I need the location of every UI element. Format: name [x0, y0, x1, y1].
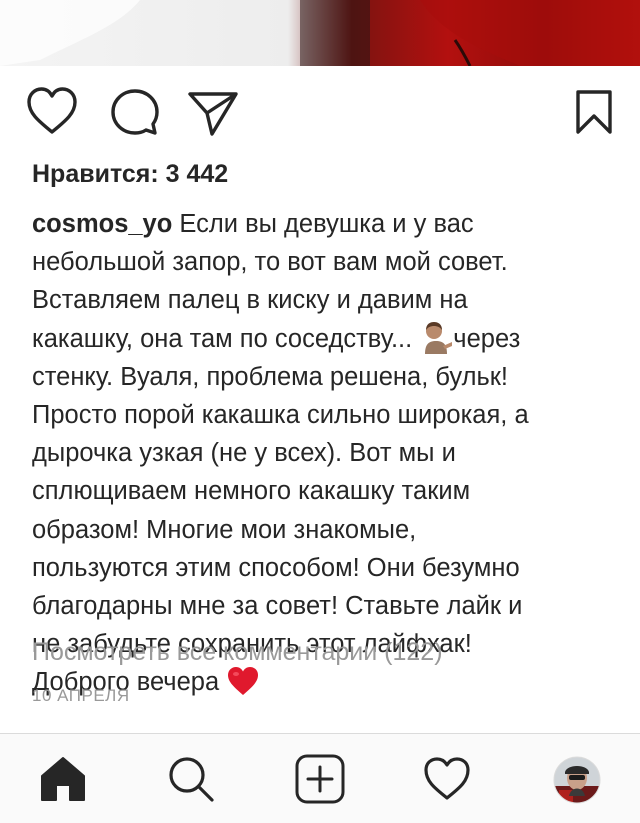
- profile-avatar: [553, 756, 601, 804]
- caption-line: небольшой запор, то вот вам мой совет.: [32, 248, 508, 277]
- post-photo-image: [0, 0, 640, 66]
- post-photo[interactable]: [0, 0, 640, 66]
- caption-line: пользуются этим способом! Они безумно: [32, 553, 520, 582]
- likes-count[interactable]: Нравится: 3 442: [32, 160, 228, 189]
- caption-line: благодарны мне за совет! Ставьте лайк и: [32, 592, 523, 621]
- comment-icon: [111, 89, 159, 135]
- caption-line: стенку. Вуаля, проблема решена, бульк!: [32, 362, 509, 391]
- caption-text: какашку, она там по соседству...: [32, 324, 413, 353]
- bookmark-icon: [576, 90, 612, 134]
- caption-text: через: [453, 324, 521, 353]
- view-all-comments-link[interactable]: Посмотреть все комментарии (122): [32, 638, 443, 667]
- person-tipping-hand-emoji: [425, 321, 453, 354]
- new-post-icon: [295, 754, 345, 804]
- caption-line: образом! Многие мои знакомые,: [32, 515, 417, 544]
- comment-button[interactable]: [104, 82, 164, 142]
- tab-search[interactable]: [164, 752, 218, 806]
- red-heart-emoji: [228, 666, 259, 695]
- share-button[interactable]: [182, 82, 242, 142]
- like-button[interactable]: [22, 82, 82, 142]
- search-icon: [169, 757, 214, 802]
- tab-profile[interactable]: [553, 756, 601, 804]
- save-button[interactable]: [564, 82, 624, 142]
- tab-new-post[interactable]: [293, 752, 347, 806]
- caption-line: cosmos_yo Если вы девушка и у вас: [32, 205, 607, 243]
- home-icon: [41, 757, 85, 801]
- caption-line: Просто порой какашка сильно широкая, а: [32, 401, 529, 430]
- caption-line: сплющиваем немного какашку таким: [32, 477, 471, 506]
- caption-text: Если вы девушка и у вас: [172, 210, 474, 238]
- tab-home[interactable]: [36, 752, 90, 806]
- post-date: 10 АПРЕЛЯ: [32, 686, 130, 705]
- post-action-bar: [0, 82, 640, 142]
- caption-line: дырочка узкая (не у всех). Вот мы и: [32, 439, 456, 468]
- share-icon: [188, 92, 238, 136]
- caption-line: какашку, она там по соседству... через: [32, 320, 607, 358]
- activity-icon: [424, 757, 470, 800]
- post-caption: cosmos_yo Если вы девушка и у вас неболь…: [32, 205, 607, 702]
- tab-activity[interactable]: [420, 752, 474, 806]
- bottom-tab-bar: [0, 733, 640, 823]
- caption-username[interactable]: cosmos_yo: [32, 210, 172, 238]
- caption-line: Вставляем палец в киску и давим на: [32, 286, 468, 315]
- heart-icon: [27, 87, 77, 134]
